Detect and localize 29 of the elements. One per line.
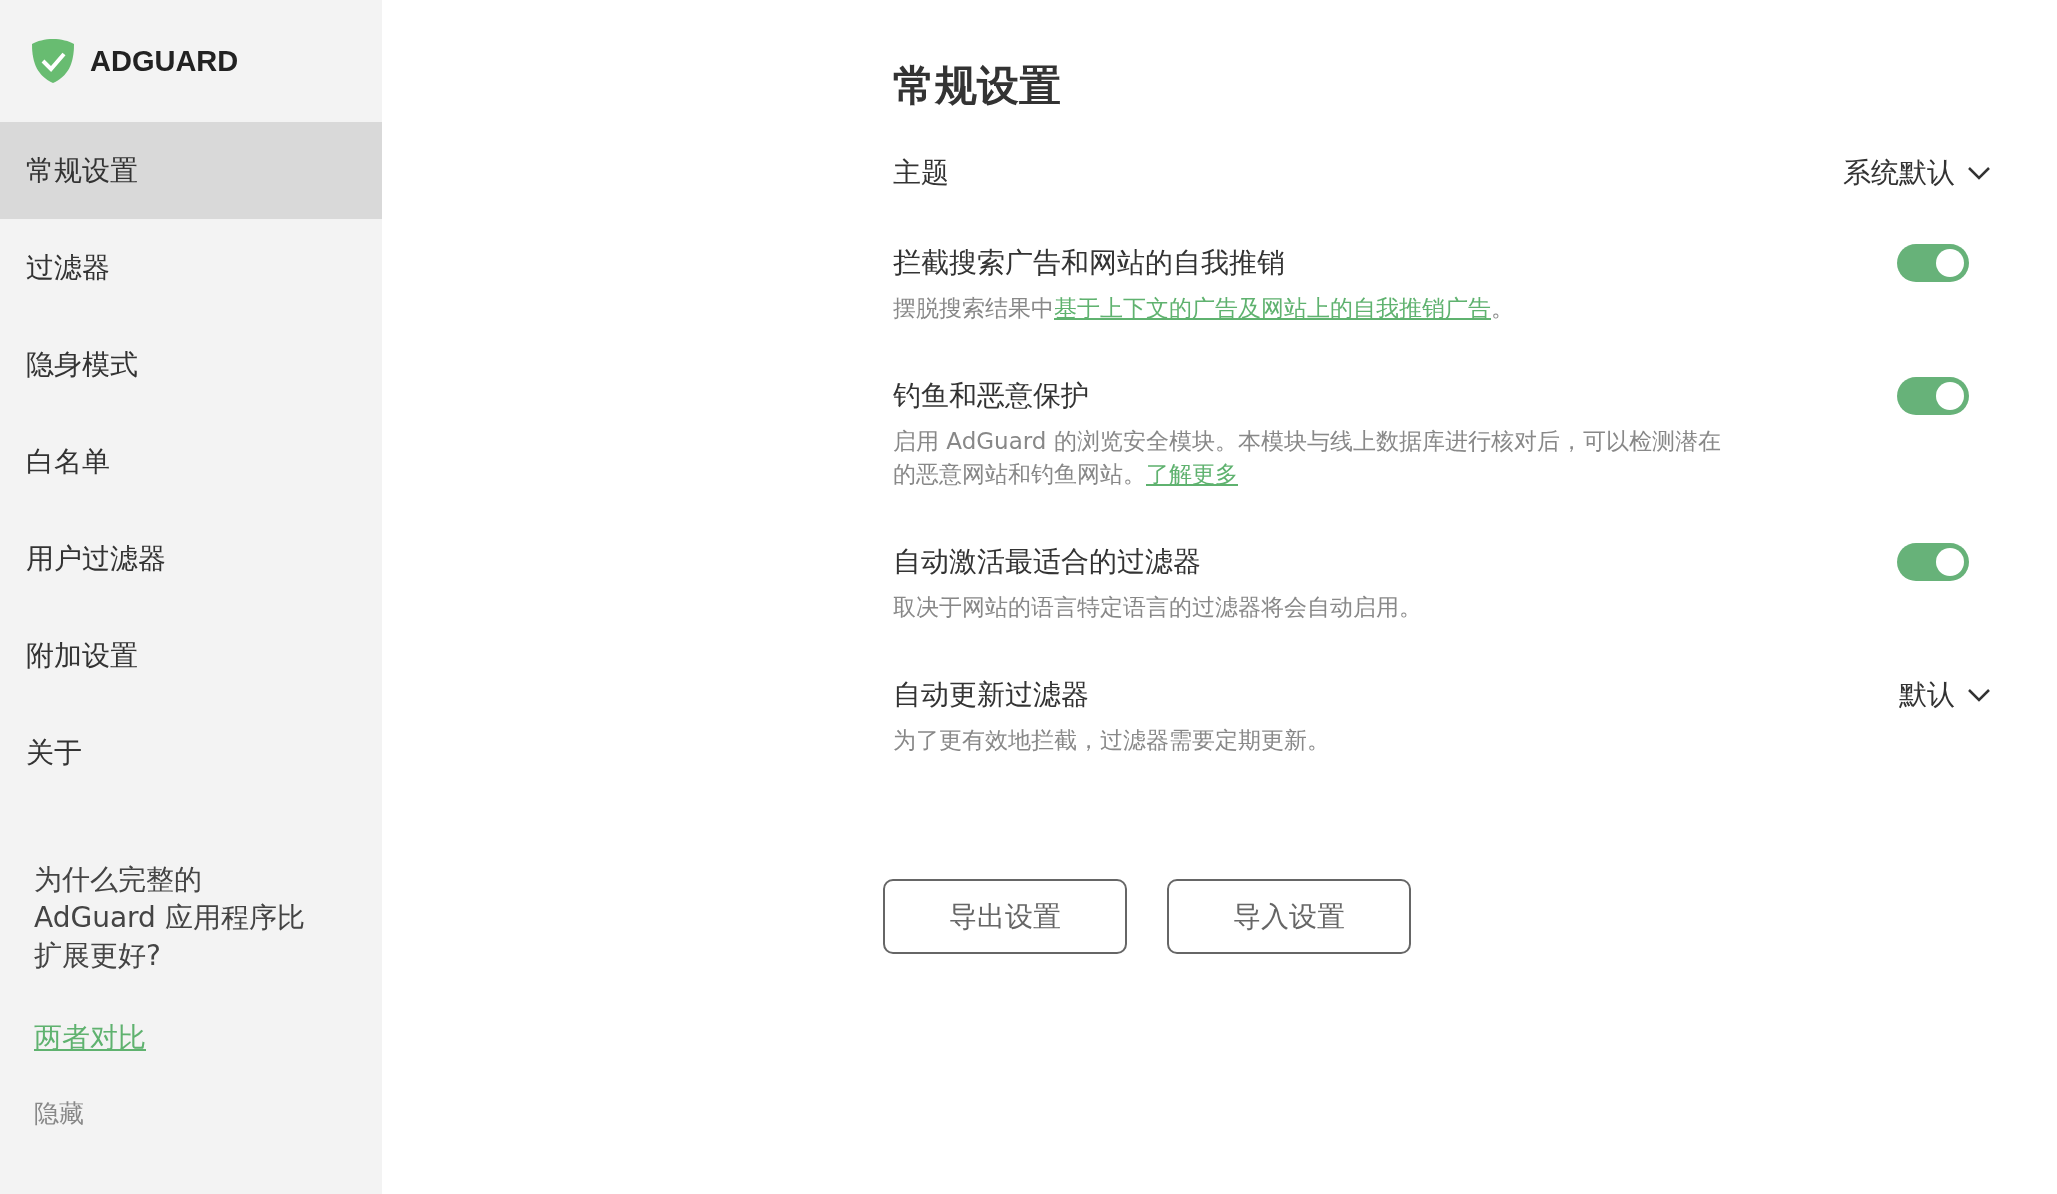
toggle-switch[interactable]	[1897, 543, 1969, 581]
sidebar-item[interactable]: 用户过滤器	[0, 510, 382, 607]
toggle-switch[interactable]	[1897, 244, 1969, 282]
setting-description: 摆脱搜索结果中基于上下文的广告及网站上的自我推销广告。	[893, 294, 1515, 323]
toggle-switch[interactable]	[1897, 377, 1969, 415]
chevron-down-icon	[1967, 688, 1991, 702]
settings-button[interactable]: 导入设置	[1167, 879, 1411, 954]
sidebar-item[interactable]: 附加设置	[0, 607, 382, 704]
setting-title: 自动激活最适合的过滤器	[893, 544, 1202, 580]
sidebar-item[interactable]: 隐身模式	[0, 316, 382, 413]
setting-description: 取决于网站的语言特定语言的过滤器将会自动启用。	[893, 593, 1423, 622]
shield-check-icon	[32, 39, 74, 83]
sidebar-item[interactable]: 关于	[0, 704, 382, 801]
setting-title: 主题	[893, 155, 950, 191]
sidebar-item[interactable]: 过滤器	[0, 219, 382, 316]
setting-title: 自动更新过滤器	[893, 677, 1090, 713]
sidebar-item[interactable]: 白名单	[0, 413, 382, 510]
sidebar-item[interactable]: 常规设置	[0, 122, 382, 219]
setting-title: 钓鱼和恶意保护	[893, 378, 1090, 414]
setting-description: 启用 AdGuard 的浏览安全模块。本模块与线上数据库进行核对后，可以检测潜在的恶意网站和钓鱼网站。了解更多	[893, 427, 1722, 489]
page-title: 常规设置	[893, 60, 1062, 112]
chevron-down-icon	[1967, 166, 1991, 180]
brand-name: ADGUARD	[90, 44, 239, 78]
dropdown[interactable]: 系统默认	[1843, 154, 1991, 192]
dropdown[interactable]: 默认	[1899, 676, 1991, 714]
setting-title: 拦截搜索广告和网站的自我推销	[893, 245, 1286, 281]
setting-description: 为了更有效地拦截，过滤器需要定期更新。	[893, 726, 1331, 755]
settings-button[interactable]: 导出设置	[883, 879, 1127, 954]
promo-text: 为什么完整的 AdGuard 应用程序比 扩展更好?	[34, 862, 306, 974]
